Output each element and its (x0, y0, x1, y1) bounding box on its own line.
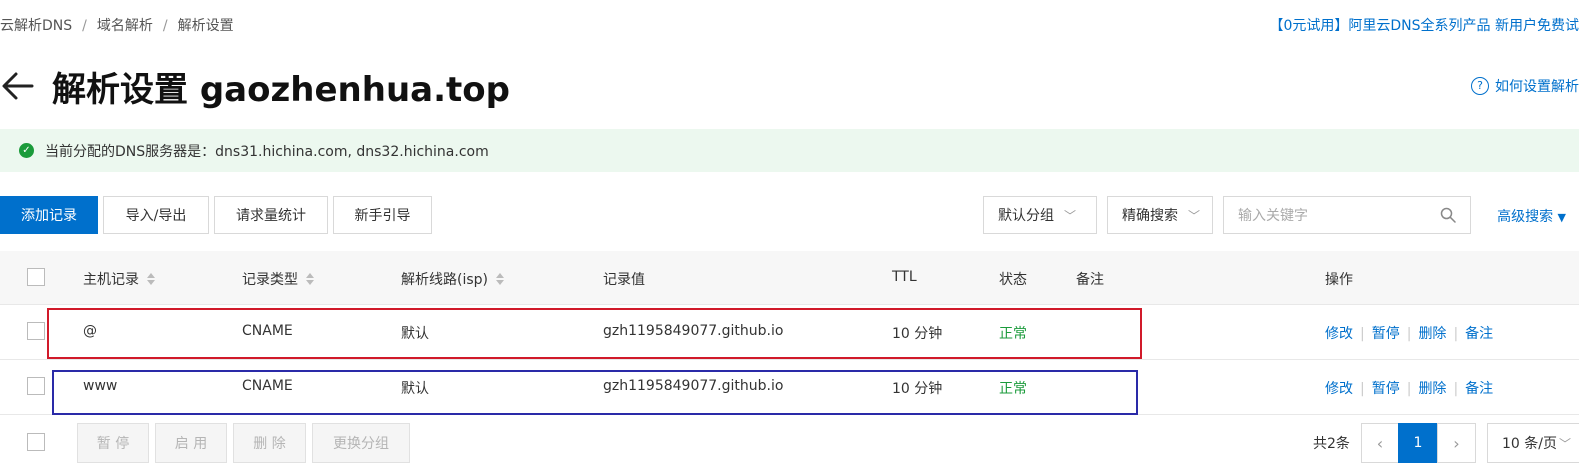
help-link-label: 如何设置解析 (1495, 79, 1579, 95)
import-export-button[interactable]: 导入/导出 (103, 196, 209, 234)
remark-link[interactable]: 备注 (1465, 381, 1493, 397)
next-page-button[interactable]: › (1437, 423, 1476, 463)
advanced-search-label: 高级搜索 (1497, 209, 1554, 225)
delete-link[interactable]: 删除 (1418, 381, 1446, 397)
column-status: 状态 (999, 272, 1027, 288)
pause-link[interactable]: 暂停 (1372, 381, 1400, 397)
sort-icon[interactable] (496, 273, 504, 285)
row-checkbox[interactable] (27, 377, 45, 395)
chevron-down-icon: ﹀ (1558, 436, 1571, 451)
dns-notice-text: 当前分配的DNS服务器是：dns31.hichina.com, dns32.hi… (45, 143, 489, 160)
divider: | (1406, 326, 1412, 342)
keyword-search-input[interactable]: 输入关键字 (1223, 196, 1471, 234)
promo-link[interactable]: 【0元试用】阿里云DNS全系列产品 新用户免费试 (1270, 15, 1579, 35)
annotation-box-red (47, 308, 1142, 359)
column-ttl: TTL (892, 269, 917, 285)
column-remark: 备注 (1076, 272, 1104, 288)
page-title: 解析设置 gaozhenhua.top (52, 70, 510, 110)
bulk-enable-button[interactable]: 启 用 (155, 423, 227, 463)
row-actions: 修改 | 暂停 | 删除 | 备注 (1325, 323, 1493, 343)
request-stats-button[interactable]: 请求量统计 (214, 196, 328, 234)
search-mode-select[interactable]: 精确搜索 ﹀ (1107, 196, 1213, 234)
sort-icon[interactable] (147, 273, 155, 285)
breadcrumb-item-dns[interactable]: 云解析DNS (0, 18, 72, 34)
group-select[interactable]: 默认分组 ﹀ (983, 196, 1097, 234)
beginner-guide-button[interactable]: 新手引导 (333, 196, 432, 234)
breadcrumb-item-current: 解析设置 (177, 18, 234, 34)
bulk-pause-button[interactable]: 暂 停 (77, 423, 149, 463)
column-line-label: 解析线路(isp) (401, 272, 488, 288)
breadcrumb: 云解析DNS / 域名解析 / 解析设置 (0, 15, 234, 35)
edit-link[interactable]: 修改 (1325, 326, 1353, 342)
chevron-down-icon: ﹀ (1064, 208, 1077, 223)
column-host[interactable]: 主机记录 (83, 269, 155, 289)
group-select-value: 默认分组 (998, 208, 1054, 224)
column-type[interactable]: 记录类型 (242, 269, 314, 289)
chevron-down-icon: ﹀ (1188, 208, 1201, 223)
footer-select-all-checkbox[interactable] (27, 433, 45, 451)
chevron-left-icon: ‹ (1376, 433, 1384, 453)
select-all-checkbox[interactable] (27, 268, 45, 286)
add-record-button[interactable]: 添加记录 (0, 196, 98, 234)
chevron-right-icon: › (1453, 433, 1460, 453)
breadcrumb-item-domains[interactable]: 域名解析 (97, 18, 153, 34)
check-circle-icon: ✓ (19, 143, 34, 158)
page-size-value: 10 条/页 (1502, 436, 1557, 452)
breadcrumb-separator: / (162, 18, 168, 34)
back-arrow-icon[interactable] (0, 68, 36, 104)
divider: | (1453, 326, 1459, 342)
search-icon[interactable] (1440, 207, 1456, 223)
sort-icon[interactable] (306, 273, 314, 285)
total-count: 共2条 (1313, 436, 1350, 452)
table-header: 主机记录 记录类型 解析线路(isp) 记录值 TTL 状态 备注 操作 (0, 251, 1579, 305)
divider: | (1360, 326, 1365, 342)
change-group-button[interactable]: 更换分组 (312, 423, 410, 463)
remark-link[interactable]: 备注 (1465, 326, 1493, 342)
breadcrumb-separator: / (82, 18, 87, 34)
page-number-current[interactable]: 1 (1398, 423, 1438, 463)
search-mode-value: 精确搜索 (1122, 208, 1178, 224)
help-link[interactable]: ? 如何设置解析 (1471, 76, 1579, 96)
column-type-label: 记录类型 (242, 272, 298, 288)
prev-page-button[interactable]: ‹ (1361, 423, 1399, 463)
row-actions: 修改 | 暂停 | 删除 | 备注 (1325, 378, 1493, 398)
column-value: 记录值 (603, 272, 645, 288)
divider: | (1406, 381, 1412, 397)
dns-server-notice: ✓ 当前分配的DNS服务器是：dns31.hichina.com, dns32.… (0, 129, 1579, 172)
column-host-label: 主机记录 (83, 272, 139, 288)
pause-link[interactable]: 暂停 (1372, 326, 1400, 342)
search-placeholder: 输入关键字 (1238, 208, 1308, 224)
divider: | (1360, 381, 1365, 397)
question-circle-icon: ? (1471, 77, 1489, 95)
caret-down-icon: ▼ (1557, 211, 1566, 224)
column-operations: 操作 (1325, 272, 1353, 288)
page-size-select[interactable]: 10 条/页 ﹀ (1487, 423, 1579, 463)
delete-link[interactable]: 删除 (1418, 326, 1446, 342)
divider: | (1453, 381, 1459, 397)
annotation-box-blue (52, 370, 1138, 415)
bulk-delete-button[interactable]: 删 除 (233, 423, 306, 463)
edit-link[interactable]: 修改 (1325, 381, 1353, 397)
row-checkbox[interactable] (27, 322, 45, 340)
advanced-search-toggle[interactable]: 高级搜索 ▼ (1497, 206, 1566, 226)
column-line[interactable]: 解析线路(isp) (401, 269, 504, 289)
